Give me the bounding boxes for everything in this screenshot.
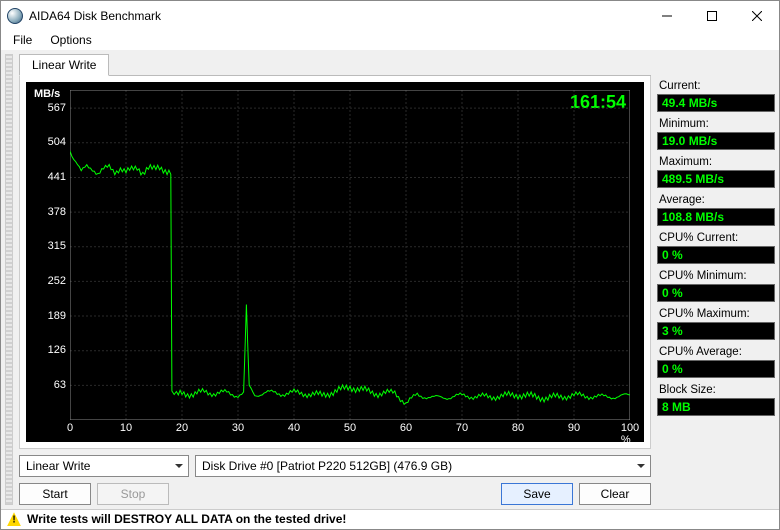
- x-tick: 40: [288, 422, 300, 434]
- cpu-current-label: CPU% Current:: [657, 232, 775, 244]
- x-tick: 10: [120, 422, 132, 434]
- maximize-icon: [707, 11, 717, 21]
- x-tick: 60: [400, 422, 412, 434]
- y-tick: 504: [30, 136, 66, 148]
- x-tick: 90: [568, 422, 580, 434]
- menubar: File Options: [1, 31, 779, 50]
- cpu-minimum-label: CPU% Minimum:: [657, 270, 775, 282]
- drive-select[interactable]: Disk Drive #0 [Patriot P220 512GB] (476.…: [195, 455, 651, 477]
- save-button[interactable]: Save: [501, 483, 573, 505]
- block-size-label: Block Size:: [657, 384, 775, 396]
- window-title: AIDA64 Disk Benchmark: [29, 9, 644, 23]
- cpu-maximum-label: CPU% Maximum:: [657, 308, 775, 320]
- maximize-button[interactable]: [689, 1, 734, 31]
- current-value: 49.4 MB/s: [657, 94, 775, 112]
- x-tick: 0: [67, 422, 73, 434]
- y-tick: 63: [30, 379, 66, 391]
- maximum-value: 489.5 MB/s: [657, 170, 775, 188]
- cpu-minimum-value: 0 %: [657, 284, 775, 302]
- y-tick: 252: [30, 275, 66, 287]
- minimum-value: 19.0 MB/s: [657, 132, 775, 150]
- y-tick: 567: [30, 102, 66, 114]
- stop-button[interactable]: Stop: [97, 483, 169, 505]
- y-axis-label: MB/s: [34, 88, 60, 100]
- selectors-row: Linear Write Disk Drive #0 [Patriot P220…: [19, 455, 651, 477]
- body: Linear Write MB/s 161:54 631261892523153…: [1, 50, 779, 509]
- y-tick: 378: [30, 206, 66, 218]
- titlebar: AIDA64 Disk Benchmark: [1, 1, 779, 31]
- x-tick: 70: [456, 422, 468, 434]
- app-icon: [7, 8, 23, 24]
- warning-text: Write tests will DESTROY ALL DATA on the…: [27, 512, 346, 526]
- plot-area: 6312618925231537844150456701020304050607…: [70, 90, 630, 420]
- x-tick: 20: [176, 422, 188, 434]
- main-panel: Linear Write MB/s 161:54 631261892523153…: [19, 54, 651, 505]
- chart-frame: MB/s 161:54 6312618925231537844150456701…: [19, 76, 651, 449]
- chart: MB/s 161:54 6312618925231537844150456701…: [26, 82, 644, 442]
- block-size-value: 8 MB: [657, 398, 775, 416]
- close-icon: [752, 11, 762, 21]
- x-tick: 50: [344, 422, 356, 434]
- mode-select-value: Linear Write: [26, 459, 90, 473]
- buttons-row: Start Stop Save Clear: [19, 483, 651, 505]
- minimum-label: Minimum:: [657, 118, 775, 130]
- drive-select-value: Disk Drive #0 [Patriot P220 512GB] (476.…: [202, 459, 452, 473]
- minimize-icon: [662, 11, 672, 21]
- y-tick: 441: [30, 171, 66, 183]
- average-value: 108.8 MB/s: [657, 208, 775, 226]
- x-tick: 30: [232, 422, 244, 434]
- cpu-average-value: 0 %: [657, 360, 775, 378]
- x-tick: 100 %: [621, 422, 639, 446]
- close-button[interactable]: [734, 1, 779, 31]
- average-label: Average:: [657, 194, 775, 206]
- stats-sidebar: Current: 49.4 MB/s Minimum: 19.0 MB/s Ma…: [657, 54, 775, 505]
- x-tick: 80: [512, 422, 524, 434]
- tab-linear-write[interactable]: Linear Write: [19, 54, 109, 76]
- start-button[interactable]: Start: [19, 483, 91, 505]
- current-label: Current:: [657, 80, 775, 92]
- cpu-average-label: CPU% Average:: [657, 346, 775, 358]
- cpu-current-value: 0 %: [657, 246, 775, 264]
- mode-select[interactable]: Linear Write: [19, 455, 189, 477]
- y-tick: 189: [30, 310, 66, 322]
- minimize-button[interactable]: [644, 1, 689, 31]
- warning-icon: [7, 512, 21, 526]
- menu-file[interactable]: File: [5, 31, 40, 49]
- y-tick: 315: [30, 240, 66, 252]
- tab-row: Linear Write: [19, 54, 651, 76]
- left-strip: [5, 54, 13, 505]
- maximum-label: Maximum:: [657, 156, 775, 168]
- cpu-maximum-value: 3 %: [657, 322, 775, 340]
- clear-button[interactable]: Clear: [579, 483, 651, 505]
- warning-bar: Write tests will DESTROY ALL DATA on the…: [1, 509, 779, 529]
- y-tick: 126: [30, 344, 66, 356]
- menu-options[interactable]: Options: [42, 31, 99, 49]
- app-window: AIDA64 Disk Benchmark File Options Linea…: [0, 0, 780, 530]
